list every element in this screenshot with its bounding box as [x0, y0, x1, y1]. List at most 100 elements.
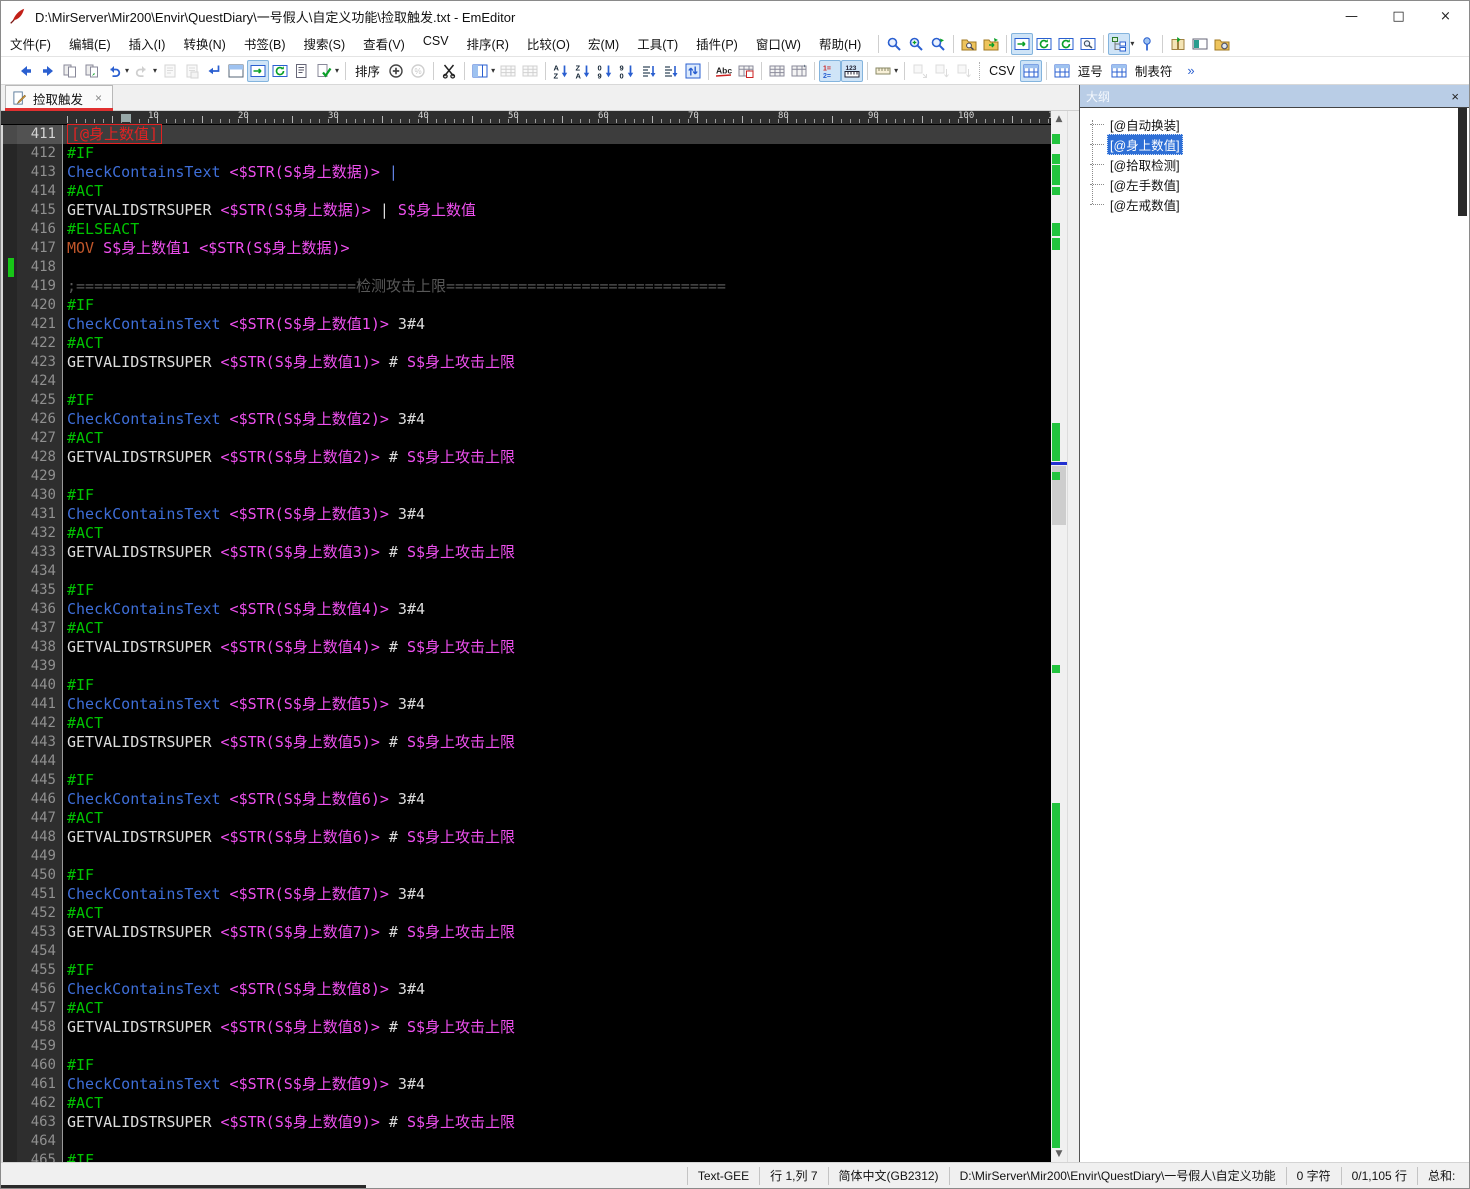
code-line-425[interactable]: 425 #IF [1, 391, 1051, 410]
code-line-441[interactable]: 441 CheckContainsText <$STR(S$身上数值5)> 3#4 [1, 695, 1051, 714]
spell-check-icon[interactable]: Abc [713, 60, 735, 82]
line-number[interactable]: 456 [17, 980, 63, 999]
line-number[interactable]: 427 [17, 429, 63, 448]
line-number[interactable]: 417 [17, 239, 63, 258]
outline-close-icon[interactable]: × [1447, 89, 1463, 104]
line-number[interactable]: 457 [17, 999, 63, 1018]
undo-icon-dropdown[interactable]: ▾ [125, 66, 129, 75]
compare-icon[interactable] [59, 60, 81, 82]
code-line-434[interactable]: 434 [1, 562, 1051, 581]
line-numbers-icon[interactable]: 1= 2= [819, 59, 842, 82]
line-number[interactable]: 464 [17, 1132, 63, 1151]
line-number[interactable]: 420 [17, 296, 63, 315]
line-number[interactable]: 443 [17, 733, 63, 752]
status-line-count[interactable]: 0/1,105 行 [1340, 1166, 1417, 1185]
line-number[interactable]: 412 [17, 144, 63, 163]
line-number[interactable]: 445 [17, 771, 63, 790]
line-number[interactable]: 463 [17, 1113, 63, 1132]
line-number[interactable]: 424 [17, 372, 63, 391]
status-char-count[interactable]: 0 字符 [1285, 1166, 1341, 1185]
wrap-search-icon[interactable] [1011, 32, 1034, 55]
line-number[interactable]: 423 [17, 353, 63, 372]
line-number[interactable]: 441 [17, 695, 63, 714]
line-number[interactable]: 458 [17, 1018, 63, 1037]
code-line-445[interactable]: 445 #IF [1, 771, 1051, 790]
scroll-up-icon[interactable]: ▲ [1051, 111, 1067, 127]
project-explorer-icon[interactable] [1211, 33, 1233, 55]
outline-toggle-icon-dropdown[interactable]: ▾ [1130, 39, 1134, 48]
line-number[interactable]: 422 [17, 334, 63, 353]
search-folder-icon[interactable] [958, 33, 980, 55]
line-number[interactable]: 425 [17, 391, 63, 410]
move-left-icon[interactable] [909, 60, 931, 82]
replace-in-files-icon[interactable] [927, 33, 949, 55]
highlight-grid-icon[interactable] [735, 60, 757, 82]
line-number[interactable]: 453 [17, 923, 63, 942]
code-line-455[interactable]: 455 #IF [1, 961, 1051, 980]
newline-icon-dropdown[interactable]: ▾ [894, 66, 898, 75]
line-number[interactable]: 459 [17, 1037, 63, 1056]
code-line-443[interactable]: 443 GETVALIDSTRSUPER <$STR(S$身上数值5)> # S$… [1, 733, 1051, 752]
tab-label[interactable]: 制表符 [1135, 61, 1173, 80]
code-line-457[interactable]: 457 #ACT [1, 999, 1051, 1018]
line-number[interactable]: 426 [17, 410, 63, 429]
sort-asc-icon[interactable] [638, 60, 660, 82]
line-number[interactable]: 454 [17, 942, 63, 961]
line-number[interactable]: 439 [17, 657, 63, 676]
status-encoding[interactable]: 简体中文(GB2312) [827, 1166, 949, 1185]
code-line-438[interactable]: 438 GETVALIDSTRSUPER <$STR(S$身上数值4)> # S$… [1, 638, 1051, 657]
line-number[interactable]: 416 [17, 220, 63, 239]
line-number[interactable]: 432 [17, 524, 63, 543]
forward-icon[interactable] [37, 60, 59, 82]
scroll-down-icon[interactable]: ▼ [1051, 1146, 1067, 1162]
code-line-439[interactable]: 439 [1, 657, 1051, 676]
line-number[interactable]: 449 [17, 847, 63, 866]
line-number[interactable]: 460 [17, 1056, 63, 1075]
code-line-432[interactable]: 432 #ACT [1, 524, 1051, 543]
move-down-icon[interactable] [953, 60, 975, 82]
close-button[interactable]: × [1422, 1, 1469, 31]
ruler-icon[interactable]: 123 [841, 59, 864, 82]
refresh-search-icon[interactable] [1055, 33, 1077, 55]
menu-转换(N)[interactable]: 转换(N) [174, 30, 234, 57]
code-line-465[interactable]: 465 #IF [1, 1151, 1051, 1162]
scissors-icon[interactable] [438, 60, 460, 82]
merge-columns-icon[interactable] [519, 60, 541, 82]
code-line-436[interactable]: 436 CheckContainsText <$STR(S$身上数值4)> 3#4 [1, 600, 1051, 619]
menu-工具(T)[interactable]: 工具(T) [628, 30, 687, 57]
status-caret-position[interactable]: 行 1,列 7 [759, 1166, 827, 1185]
code-line-417[interactable]: 417 MOV S$身上数值1 <$STR(S$身上数据)> [1, 239, 1051, 258]
code-line-433[interactable]: 433 GETVALIDSTRSUPER <$STR(S$身上数值3)> # S$… [1, 543, 1051, 562]
line-number[interactable]: 438 [17, 638, 63, 657]
menu-插入(I)[interactable]: 插入(I) [120, 30, 175, 57]
line-number[interactable]: 442 [17, 714, 63, 733]
validate-icon-dropdown[interactable]: ▾ [335, 66, 339, 75]
line-number[interactable]: 462 [17, 1094, 63, 1113]
redo-icon[interactable] [131, 60, 153, 82]
line-number[interactable]: 437 [17, 619, 63, 638]
code-line-447[interactable]: 447 #ACT [1, 809, 1051, 828]
line-number[interactable]: 465 [17, 1151, 63, 1162]
line-number[interactable]: 455 [17, 961, 63, 980]
code-line-435[interactable]: 435 #IF [1, 581, 1051, 600]
menu-文件(F)[interactable]: 文件(F) [1, 30, 60, 57]
split-columns-icon[interactable] [497, 60, 519, 82]
code-line-412[interactable]: 412 #IF [1, 144, 1051, 163]
tab-pickup-trigger[interactable]: 捡取触发 × [5, 85, 114, 111]
outline-scrollbar-thumb[interactable] [1458, 108, 1467, 216]
line-number[interactable]: 434 [17, 562, 63, 581]
panel-icon[interactable] [1189, 33, 1211, 55]
code-line-451[interactable]: 451 CheckContainsText <$STR(S$身上数值7)> 3#4 [1, 885, 1051, 904]
split-window-icon[interactable] [225, 60, 247, 82]
code-line-411[interactable]: 411 [@身上数值] [1, 124, 1051, 144]
code-editor[interactable]: 102030405060708090100110 411[@身上数值]412#I… [1, 111, 1051, 1162]
csv-mode-icon[interactable] [1019, 59, 1042, 82]
validate-icon[interactable] [313, 60, 335, 82]
overflow-chevron[interactable]: » [1187, 63, 1194, 78]
find-icon[interactable] [883, 33, 905, 55]
csv-label[interactable]: CSV [989, 64, 1015, 78]
line-number[interactable]: 440 [17, 676, 63, 695]
line-number[interactable]: 451 [17, 885, 63, 904]
code-line-446[interactable]: 446 CheckContainsText <$STR(S$身上数值6)> 3#4 [1, 790, 1051, 809]
columns-icon-dropdown[interactable]: ▾ [491, 66, 495, 75]
